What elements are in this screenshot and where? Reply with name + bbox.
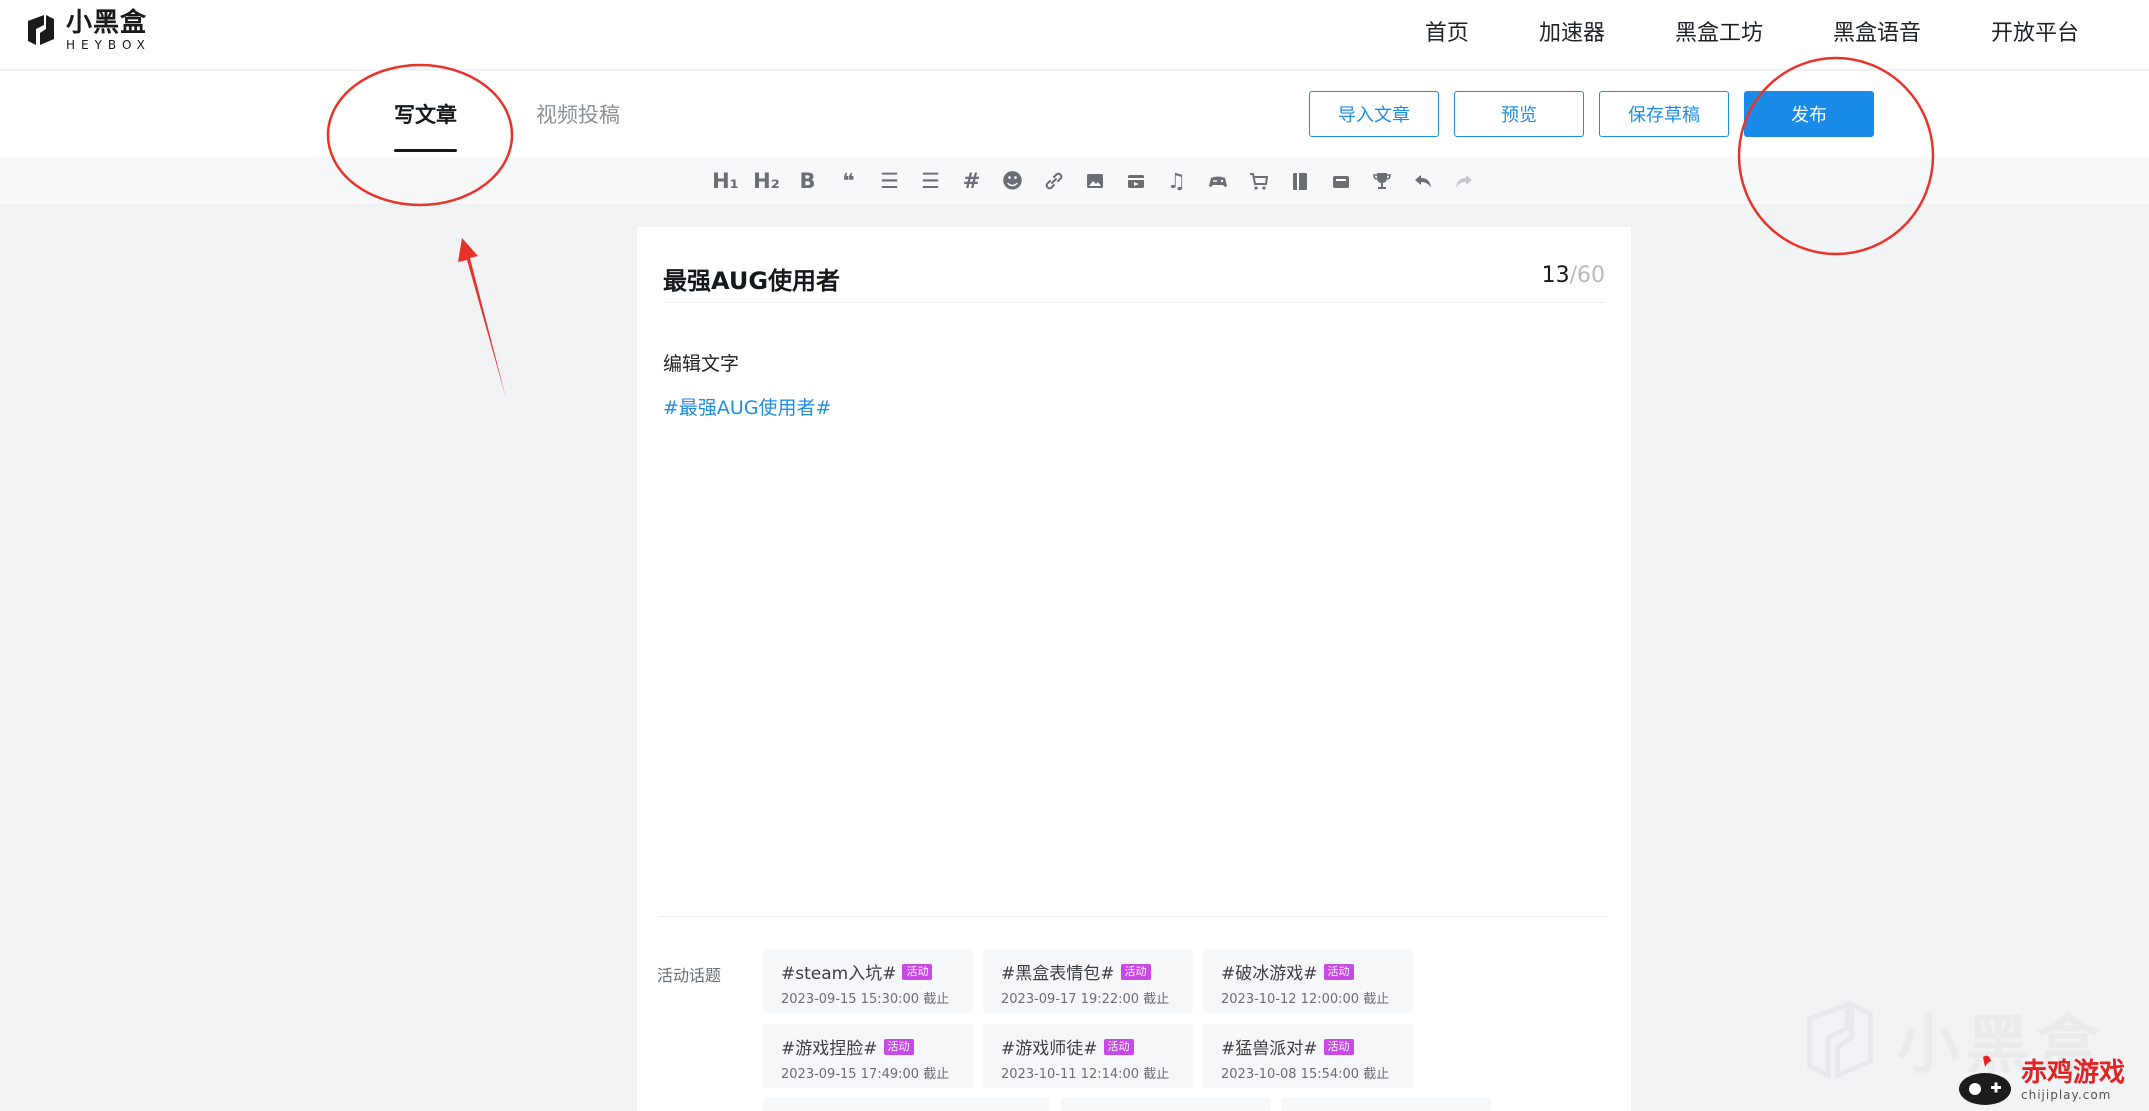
- nav-home[interactable]: 首页: [1425, 15, 1469, 47]
- topic-card-partial[interactable]: [1281, 1097, 1491, 1111]
- content-divider: [659, 916, 1609, 917]
- import-article-button[interactable]: 导入文章: [1309, 91, 1439, 137]
- topic-name: #游戏捏脸#: [781, 1039, 878, 1059]
- topic-deadline: 2023-09-15 17:49:00 截止: [781, 1067, 950, 1082]
- topic-card[interactable]: #猛兽派对# 活动 2023-10-08 15:54:00 截止: [1203, 1024, 1413, 1088]
- hashtag-icon[interactable]: #: [958, 167, 986, 195]
- activity-badge: 活动: [1323, 963, 1354, 980]
- trophy-icon[interactable]: [1368, 167, 1396, 195]
- title-char-count: 13: [1541, 263, 1570, 288]
- title-row[interactable]: 最强AUG使用者 13/60: [663, 257, 1605, 303]
- top-nav: 小黑盒 HEYBOX 首页 加速器 黑盒工坊 黑盒语音 开放平台: [0, 0, 2149, 70]
- title-char-max: /60: [1569, 263, 1605, 288]
- main-nav: 首页 加速器 黑盒工坊 黑盒语音 开放平台: [1425, 0, 2079, 62]
- publish-button[interactable]: 发布: [1744, 91, 1874, 137]
- topic-deadline: 2023-10-08 15:54:00 截止: [1221, 1067, 1390, 1082]
- topic-deadline: 2023-09-15 15:30:00 截止: [781, 992, 950, 1007]
- editor-header: 写文章 视频投稿 导入文章 预览 保存草稿 发布: [0, 71, 2149, 157]
- editor-card: 最强AUG使用者 13/60 编辑文字 #最强AUG使用者# 活动话题 #ste…: [637, 227, 1631, 1111]
- undo-icon[interactable]: [1409, 167, 1437, 195]
- game-icon[interactable]: [1204, 167, 1232, 195]
- topic-name: #猛兽派对#: [1221, 1039, 1318, 1059]
- nav-accelerator[interactable]: 加速器: [1539, 15, 1605, 47]
- topic-deadline: 2023-10-12 12:00:00 截止: [1221, 992, 1390, 1007]
- topic-name: #steam入坑#: [781, 964, 897, 984]
- formatting-toolbar: H₁ H₂ B ❝ ☰ ☰ # ☻ ♫: [0, 157, 2149, 205]
- cart-icon[interactable]: [1245, 167, 1273, 195]
- topic-card[interactable]: #steam入坑# 活动 2023-09-15 15:30:00 截止: [763, 949, 973, 1013]
- bullet-list-icon[interactable]: ☰: [917, 167, 945, 195]
- activity-badge: 活动: [1323, 1038, 1354, 1055]
- activity-badge: 活动: [902, 963, 933, 980]
- topic-card-partial[interactable]: [1061, 1097, 1271, 1111]
- topic-card-partial[interactable]: [763, 1097, 1049, 1111]
- emoji-icon[interactable]: ☻: [999, 167, 1027, 195]
- book-icon[interactable]: [1286, 167, 1314, 195]
- activity-topics-label: 活动话题: [657, 966, 722, 985]
- chijiplay-text-en: chijiplay.com: [2021, 1088, 2112, 1102]
- nav-open-platform[interactable]: 开放平台: [1991, 15, 2079, 47]
- quote-icon[interactable]: ❝: [835, 167, 863, 195]
- nav-workshop[interactable]: 黑盒工坊: [1675, 15, 1763, 47]
- ordered-list-icon[interactable]: ☰: [876, 167, 904, 195]
- video-icon[interactable]: [1122, 167, 1150, 195]
- music-icon[interactable]: ♫: [1163, 167, 1191, 195]
- link-icon[interactable]: [1040, 167, 1068, 195]
- logo-text-en: HEYBOX: [66, 37, 151, 52]
- activity-badge: 活动: [1103, 1038, 1134, 1055]
- heading-1-icon[interactable]: H₁: [712, 167, 740, 195]
- topic-name: #黑盒表情包#: [1001, 964, 1115, 984]
- heading-2-icon[interactable]: H₂: [753, 167, 781, 195]
- nav-voice[interactable]: 黑盒语音: [1833, 15, 1921, 47]
- activity-badge: 活动: [1120, 963, 1151, 980]
- topic-card[interactable]: #游戏师徒# 活动 2023-10-11 12:14:00 截止: [983, 1024, 1193, 1088]
- article-hashtag[interactable]: #最强AUG使用者#: [663, 393, 831, 420]
- title-char-counter: 13/60: [1542, 263, 1605, 288]
- preview-button[interactable]: 预览: [1454, 91, 1584, 137]
- article-body-text[interactable]: 编辑文字: [663, 349, 739, 376]
- chijiplay-watermark: 赤鸡游戏 chijiplay.com: [1955, 1050, 2149, 1111]
- tab-write-article[interactable]: 写文章: [394, 99, 457, 152]
- redo-icon[interactable]: [1450, 167, 1478, 195]
- heybox-logo[interactable]: 小黑盒 HEYBOX: [24, 8, 151, 52]
- topic-deadline: 2023-09-17 19:22:00 截止: [1001, 992, 1170, 1007]
- topic-name: #破冰游戏#: [1221, 964, 1318, 984]
- topic-card[interactable]: #游戏捏脸# 活动 2023-09-15 17:49:00 截止: [763, 1024, 973, 1088]
- image-icon[interactable]: [1081, 167, 1109, 195]
- activity-badge: 活动: [883, 1038, 914, 1055]
- topic-card[interactable]: #黑盒表情包# 活动 2023-09-17 19:22:00 截止: [983, 949, 1193, 1013]
- bold-icon[interactable]: B: [794, 167, 822, 195]
- annotation-arrow: [458, 238, 506, 398]
- box-icon[interactable]: [1327, 167, 1355, 195]
- topic-card[interactable]: #破冰游戏# 活动 2023-10-12 12:00:00 截止: [1203, 949, 1413, 1013]
- article-title-input[interactable]: 最强AUG使用者: [663, 261, 840, 296]
- heybox-logo-icon: [24, 11, 58, 49]
- chijiplay-text-cn: 赤鸡游戏: [2021, 1058, 2126, 1088]
- logo-text-cn: 小黑盒: [66, 7, 148, 38]
- topic-deadline: 2023-10-11 12:14:00 截止: [1001, 1067, 1170, 1082]
- chijiplay-logo-icon: [1959, 1055, 2011, 1105]
- topic-name: #游戏师徒#: [1001, 1039, 1098, 1059]
- heybox-watermark-icon: [1807, 1000, 1873, 1080]
- tab-video-submission[interactable]: 视频投稿: [536, 99, 620, 129]
- save-draft-button[interactable]: 保存草稿: [1599, 91, 1729, 137]
